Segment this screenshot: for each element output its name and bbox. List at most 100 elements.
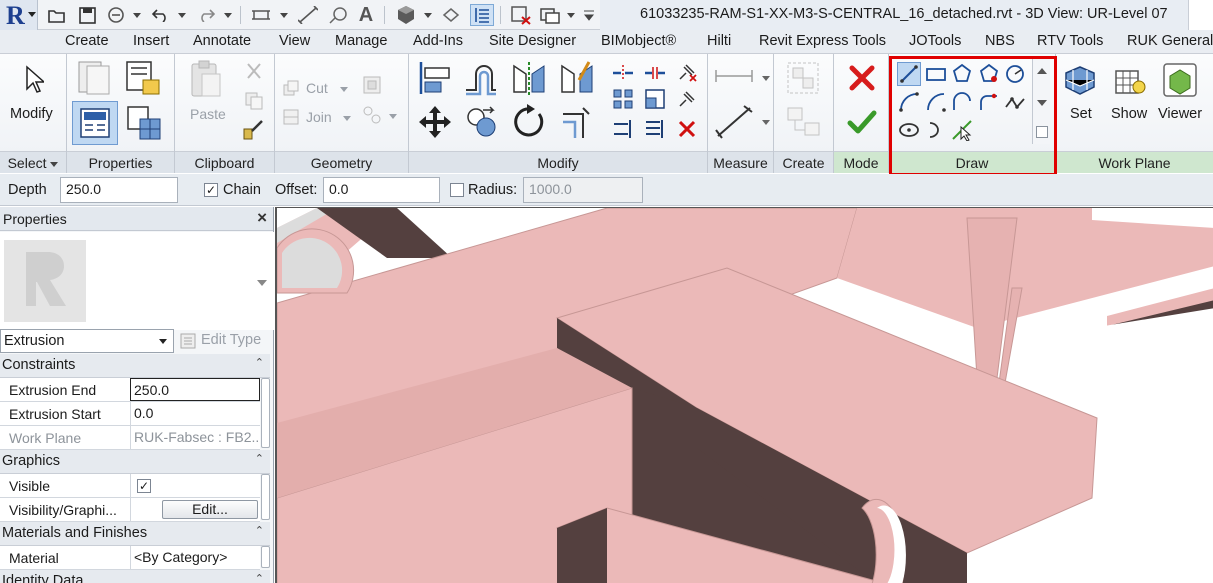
- chevron-down-icon[interactable]: [762, 120, 770, 125]
- mirror-draw-axis-icon[interactable]: [557, 58, 597, 98]
- property-row-extrusion-start[interactable]: Extrusion Start 0.0: [0, 402, 260, 426]
- collapse-icon[interactable]: ⌃: [255, 452, 264, 465]
- tab-manage[interactable]: Manage: [335, 33, 387, 49]
- aligned-dimension-icon[interactable]: [712, 102, 756, 142]
- measure-icon[interactable]: [249, 4, 273, 26]
- radius-checkbox[interactable]: [450, 183, 464, 197]
- chevron-down-icon[interactable]: [565, 4, 577, 26]
- finish-edit-mode-icon[interactable]: [846, 106, 878, 138]
- tab-hilti[interactable]: Hilti: [707, 33, 731, 49]
- section-constraints[interactable]: Constraints ⌃: [0, 354, 270, 378]
- tab-annotate[interactable]: Annotate: [193, 33, 251, 49]
- radius-input[interactable]: 1000.0: [523, 177, 643, 203]
- unpin-icon[interactable]: [675, 60, 699, 84]
- tab-ruk-general[interactable]: RUK General: [1127, 33, 1213, 49]
- offset-input[interactable]: 0.0: [323, 177, 440, 203]
- properties-scrollbar[interactable]: [261, 378, 270, 448]
- split-element-icon[interactable]: [611, 62, 635, 84]
- collapse-icon[interactable]: ⌃: [255, 572, 264, 583]
- tab-site-designer[interactable]: Site Designer: [489, 33, 576, 49]
- create-group-icon[interactable]: [782, 58, 824, 98]
- sync-icon[interactable]: [104, 4, 128, 26]
- show-work-plane-icon[interactable]: [1112, 62, 1148, 98]
- thin-lines-icon[interactable]: [470, 4, 494, 26]
- type-properties-icon[interactable]: [73, 58, 115, 98]
- tab-revit-express-tools[interactable]: Revit Express Tools: [759, 33, 886, 49]
- chevron-down-icon[interactable]: [422, 4, 434, 26]
- section-materials-and-finishes[interactable]: Materials and Finishes ⌃: [0, 522, 270, 546]
- copy-element-icon[interactable]: [461, 102, 501, 142]
- rotate-icon[interactable]: [509, 102, 549, 142]
- chevron-down-icon[interactable]: [762, 76, 770, 81]
- type-dropdown[interactable]: Extrusion: [0, 329, 174, 353]
- 3d-view-icon[interactable]: [394, 4, 418, 26]
- visibility-edit-button[interactable]: Edit...: [162, 500, 258, 519]
- section-identity-data[interactable]: Identity Data ⌃: [0, 570, 270, 583]
- cancel-edit-mode-icon[interactable]: [846, 62, 878, 94]
- 3d-model-canvas[interactable]: [277, 208, 1213, 583]
- undo-icon[interactable]: [150, 4, 172, 26]
- cut-button[interactable]: Cut: [306, 80, 328, 96]
- show-button[interactable]: Show: [1111, 106, 1147, 122]
- tab-view[interactable]: View: [279, 33, 310, 49]
- join-button[interactable]: Join: [306, 109, 332, 125]
- align-icon[interactable]: [415, 58, 455, 98]
- scale-icon[interactable]: [643, 88, 667, 110]
- tab-bimobject[interactable]: BIMobject®: [601, 33, 676, 49]
- trim-extend-single-icon[interactable]: [611, 118, 635, 140]
- close-icon[interactable]: ×: [257, 208, 267, 228]
- chain-checkbox[interactable]: ✓: [204, 183, 218, 197]
- set-button[interactable]: Set: [1070, 106, 1092, 122]
- delete-icon[interactable]: [675, 118, 699, 140]
- offset-icon[interactable]: [461, 58, 501, 98]
- property-row-material[interactable]: Material <By Category>: [0, 546, 260, 570]
- split-with-gap-icon[interactable]: [643, 62, 667, 84]
- work-plane-viewer-icon[interactable]: [1160, 60, 1200, 100]
- chevron-down-icon[interactable]: [176, 4, 188, 26]
- array-icon[interactable]: [611, 88, 635, 110]
- split-face-icon[interactable]: [361, 104, 383, 126]
- material-value[interactable]: <By Category>: [130, 546, 260, 569]
- family-category-icon[interactable]: [122, 101, 166, 145]
- section-graphics[interactable]: Graphics ⌃: [0, 450, 270, 474]
- mirror-pick-axis-icon[interactable]: [509, 58, 549, 98]
- visible-checkbox[interactable]: ✓: [137, 479, 151, 493]
- property-row-visible[interactable]: Visible ✓: [0, 474, 260, 498]
- chevron-down-icon[interactable]: [340, 87, 348, 92]
- chevron-down-icon[interactable]: [257, 280, 267, 286]
- tab-nbs[interactable]: NBS: [985, 33, 1015, 49]
- wall-joins-icon[interactable]: [361, 74, 383, 96]
- paste-button[interactable]: Paste: [190, 106, 226, 122]
- chevron-down-icon[interactable]: [389, 114, 397, 119]
- properties-scrollbar[interactable]: [261, 546, 270, 568]
- cut-geometry-icon[interactable]: [281, 78, 301, 98]
- text-icon[interactable]: A: [355, 4, 377, 26]
- dimension-icon[interactable]: [296, 4, 320, 26]
- trim-extend-multiple-icon[interactable]: [643, 118, 667, 140]
- chevron-down-icon[interactable]: [343, 116, 351, 121]
- section-icon[interactable]: [440, 4, 462, 26]
- tab-insert[interactable]: Insert: [133, 33, 169, 49]
- properties-icon[interactable]: [72, 101, 118, 145]
- property-row-extrusion-end[interactable]: Extrusion End 250.0: [0, 378, 260, 402]
- properties-scrollbar[interactable]: [261, 474, 270, 520]
- panel-select-label[interactable]: Select: [0, 151, 66, 173]
- measure-between-icon[interactable]: [712, 64, 756, 88]
- trim-extend-corner-icon[interactable]: [557, 102, 597, 142]
- chevron-down-icon[interactable]: [131, 4, 143, 26]
- viewer-button[interactable]: Viewer: [1158, 106, 1202, 122]
- application-menu-button[interactable]: R: [0, 0, 38, 30]
- switch-windows-icon[interactable]: [538, 4, 562, 26]
- pin-icon[interactable]: [675, 88, 699, 110]
- tab-jotools[interactable]: JOTools: [909, 33, 961, 49]
- chevron-down-icon[interactable]: [278, 4, 290, 26]
- tab-create[interactable]: Create: [65, 33, 109, 49]
- paste-icon[interactable]: [185, 58, 225, 102]
- collapse-icon[interactable]: ⌃: [255, 524, 264, 537]
- set-work-plane-icon[interactable]: [1062, 62, 1098, 98]
- join-geometry-icon[interactable]: [281, 107, 301, 127]
- match-type-icon[interactable]: [241, 118, 265, 142]
- tag-icon[interactable]: [326, 4, 350, 26]
- customize-icon[interactable]: [582, 4, 596, 26]
- edit-type-button[interactable]: Edit Type: [180, 329, 270, 353]
